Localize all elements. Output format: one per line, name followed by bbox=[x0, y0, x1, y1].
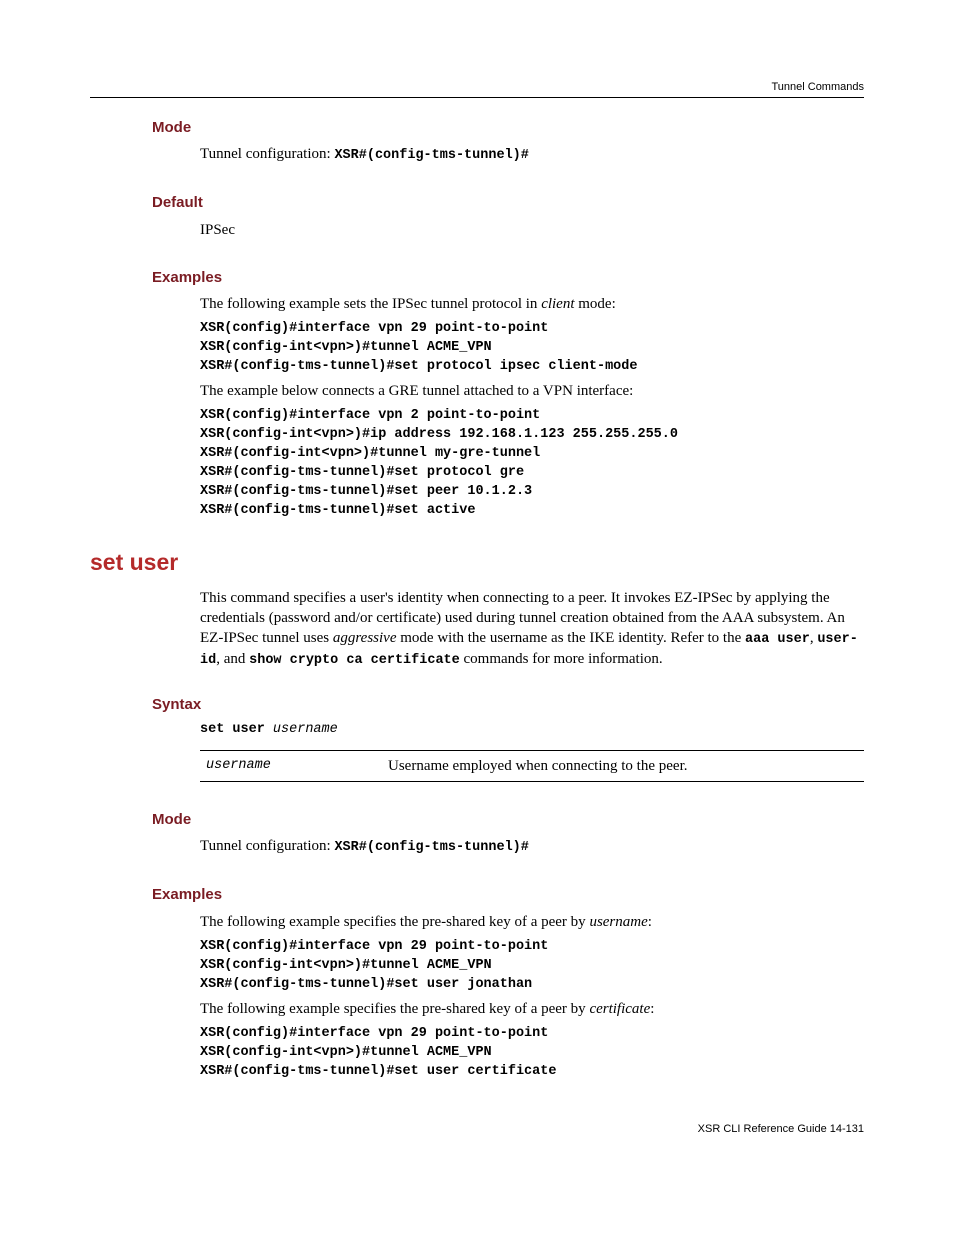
mode-text: Tunnel configuration: XSR#(config-tms-tu… bbox=[200, 836, 864, 857]
section-title-examples: Examples bbox=[152, 885, 864, 905]
section-title-mode: Mode bbox=[152, 810, 864, 830]
section-title-syntax: Syntax bbox=[152, 695, 864, 715]
code-block: XSR(config)#interface vpn 2 point-to-poi… bbox=[200, 407, 864, 520]
page-footer: XSR CLI Reference Guide 14-131 bbox=[90, 1122, 864, 1137]
syntax-arg: username bbox=[265, 722, 338, 737]
text-fragment: The following example sets the IPSec tun… bbox=[200, 296, 541, 312]
examples1-intro2: The example below connects a GRE tunnel … bbox=[200, 381, 864, 401]
command-title-set-user: set user bbox=[90, 547, 864, 578]
param-table: username Username employed when connecti… bbox=[200, 750, 864, 782]
text-fragment: commands for more information. bbox=[460, 651, 663, 667]
mode-text-prefix: Tunnel configuration: bbox=[200, 146, 334, 162]
text-fragment: The following example specifies the pre-… bbox=[200, 1001, 589, 1017]
section-title-default: Default bbox=[152, 193, 864, 213]
footer-text: XSR CLI Reference Guide 14-131 bbox=[698, 1123, 864, 1135]
code-block: XSR(config)#interface vpn 29 point-to-po… bbox=[200, 938, 864, 995]
examples2-intro1: The following example specifies the pre-… bbox=[200, 912, 864, 932]
code-block: XSR(config)#interface vpn 29 point-to-po… bbox=[200, 1025, 864, 1082]
text-fragment: mode with the username as the IKE identi… bbox=[397, 630, 746, 646]
page-header: Tunnel Commands bbox=[90, 80, 864, 98]
setuser-description: This command specifies a user's identity… bbox=[200, 588, 864, 671]
mono-text: show crypto ca certificate bbox=[249, 653, 460, 668]
examples1-intro1: The following example sets the IPSec tun… bbox=[200, 294, 864, 314]
mode-text-prefix: Tunnel configuration: bbox=[200, 838, 334, 854]
italic-text: username bbox=[589, 914, 647, 930]
mode-text: Tunnel configuration: XSR#(config-tms-tu… bbox=[200, 144, 864, 165]
italic-text: certificate bbox=[589, 1001, 650, 1017]
mode-text-mono: XSR#(config-tms-tunnel)# bbox=[334, 148, 528, 163]
code-block: XSR(config)#interface vpn 29 point-to-po… bbox=[200, 320, 864, 377]
italic-text: client bbox=[541, 296, 574, 312]
header-right-text: Tunnel Commands bbox=[771, 81, 864, 93]
syntax-line: set user username bbox=[200, 721, 864, 740]
text-fragment: mode: bbox=[575, 296, 616, 312]
italic-text: aggressive bbox=[333, 630, 397, 646]
syntax-cmd: set user bbox=[200, 722, 265, 737]
text-fragment: The following example specifies the pre-… bbox=[200, 914, 589, 930]
param-desc-cell: Username employed when connecting to the… bbox=[382, 750, 864, 781]
examples2-intro2: The following example specifies the pre-… bbox=[200, 999, 864, 1019]
section-title-examples: Examples bbox=[152, 268, 864, 288]
text-fragment: : bbox=[650, 1001, 654, 1017]
default-text: IPSec bbox=[200, 220, 864, 240]
table-row: username Username employed when connecti… bbox=[200, 750, 864, 781]
section-title-mode: Mode bbox=[152, 118, 864, 138]
mode-text-mono: XSR#(config-tms-tunnel)# bbox=[334, 840, 528, 855]
param-name-cell: username bbox=[200, 750, 382, 781]
page-content: Tunnel Commands Mode Tunnel configuratio… bbox=[0, 0, 954, 1196]
text-fragment: , and bbox=[216, 651, 249, 667]
text-fragment: : bbox=[648, 914, 652, 930]
mono-text: aaa user bbox=[745, 632, 810, 647]
